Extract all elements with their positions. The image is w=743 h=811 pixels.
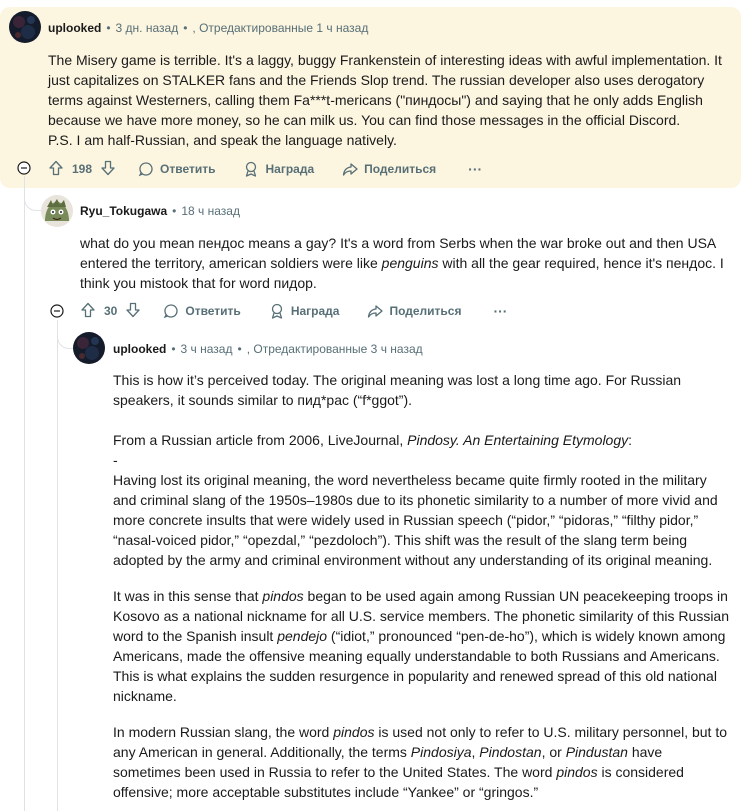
comment-paragraph: P.S. I am half-Russian, and speak the la… [48, 132, 397, 148]
comment-body: what do you mean пендос means a gay? It'… [80, 235, 724, 291]
reply-button[interactable]: Ответить [138, 161, 215, 177]
author-name[interactable]: Ryu_Tokugawa [80, 204, 167, 218]
award-icon [269, 303, 285, 319]
comment-icon [163, 303, 179, 319]
more-icon[interactable]: ··· [493, 303, 507, 319]
comment-meta: uplooked • 3 ч назад • , Отредактированн… [113, 342, 423, 356]
edited-label: Отредактированные 3 ч назад [253, 342, 423, 356]
author-name[interactable]: uplooked [48, 21, 101, 35]
comment-time[interactable]: 3 дн. назад [116, 21, 179, 35]
share-button[interactable]: Поделиться [367, 303, 461, 319]
share-button[interactable]: Поделиться [342, 161, 436, 177]
downvote-icon[interactable] [100, 160, 116, 179]
share-icon [342, 161, 358, 177]
upvote-icon[interactable] [48, 160, 64, 179]
more-icon[interactable]: ··· [468, 161, 482, 177]
comment-paragraph: In modern Russian slang, the word pindos… [113, 724, 728, 800]
vote-group: 30 [80, 302, 141, 321]
avatar[interactable] [73, 332, 105, 364]
comment-time[interactable]: 18 ч назад [181, 204, 240, 218]
comment-meta: Ryu_Tokugawa • 18 ч назад [80, 204, 240, 218]
vote-count: 198 [72, 162, 93, 176]
avatar[interactable] [9, 11, 41, 43]
comment-meta: uplooked • 3 дн. назад • , Отредактирова… [48, 21, 369, 35]
thread-curve-1 [24, 186, 41, 211]
upvote-icon[interactable] [80, 302, 96, 321]
award-button[interactable]: Награда [269, 303, 339, 319]
comment-paragraph: From a Russian article from 2006, LiveJo… [113, 432, 718, 568]
downvote-icon[interactable] [125, 302, 141, 321]
thread-curve-2 [57, 320, 74, 349]
comment-actions: 30 Ответить Награда Поделиться ··· [80, 299, 507, 323]
vote-group: 198 [48, 160, 116, 179]
edited-label: Отредактированные 1 ч назад [199, 21, 369, 35]
reply-button[interactable]: Ответить [163, 303, 241, 319]
comment-body: The Misery game is terrible. It's a lagg… [48, 50, 731, 150]
award-icon [243, 161, 259, 177]
comment-time[interactable]: 3 ч назад [181, 342, 233, 356]
thread-line-1 [24, 176, 25, 811]
comment-actions: 198 Ответить Награда Поделиться ··· [48, 157, 482, 181]
vote-count: 30 [104, 304, 118, 318]
collapse-icon[interactable] [17, 161, 31, 175]
thread-line-2 [57, 320, 58, 811]
collapse-icon[interactable] [50, 304, 64, 318]
avatar[interactable] [41, 195, 73, 227]
author-name[interactable]: uplooked [113, 342, 166, 356]
comment-paragraph: This is how it’s perceived today. The or… [113, 372, 682, 408]
comment-paragraph: The Misery game is terrible. It's a lagg… [48, 52, 722, 128]
comment-body: This is how it’s perceived today. The or… [113, 370, 733, 802]
comment-icon [138, 161, 154, 177]
comment-paragraph: It was in this sense that pindos began t… [113, 588, 730, 704]
share-icon [367, 303, 384, 319]
award-button[interactable]: Награда [243, 161, 314, 177]
